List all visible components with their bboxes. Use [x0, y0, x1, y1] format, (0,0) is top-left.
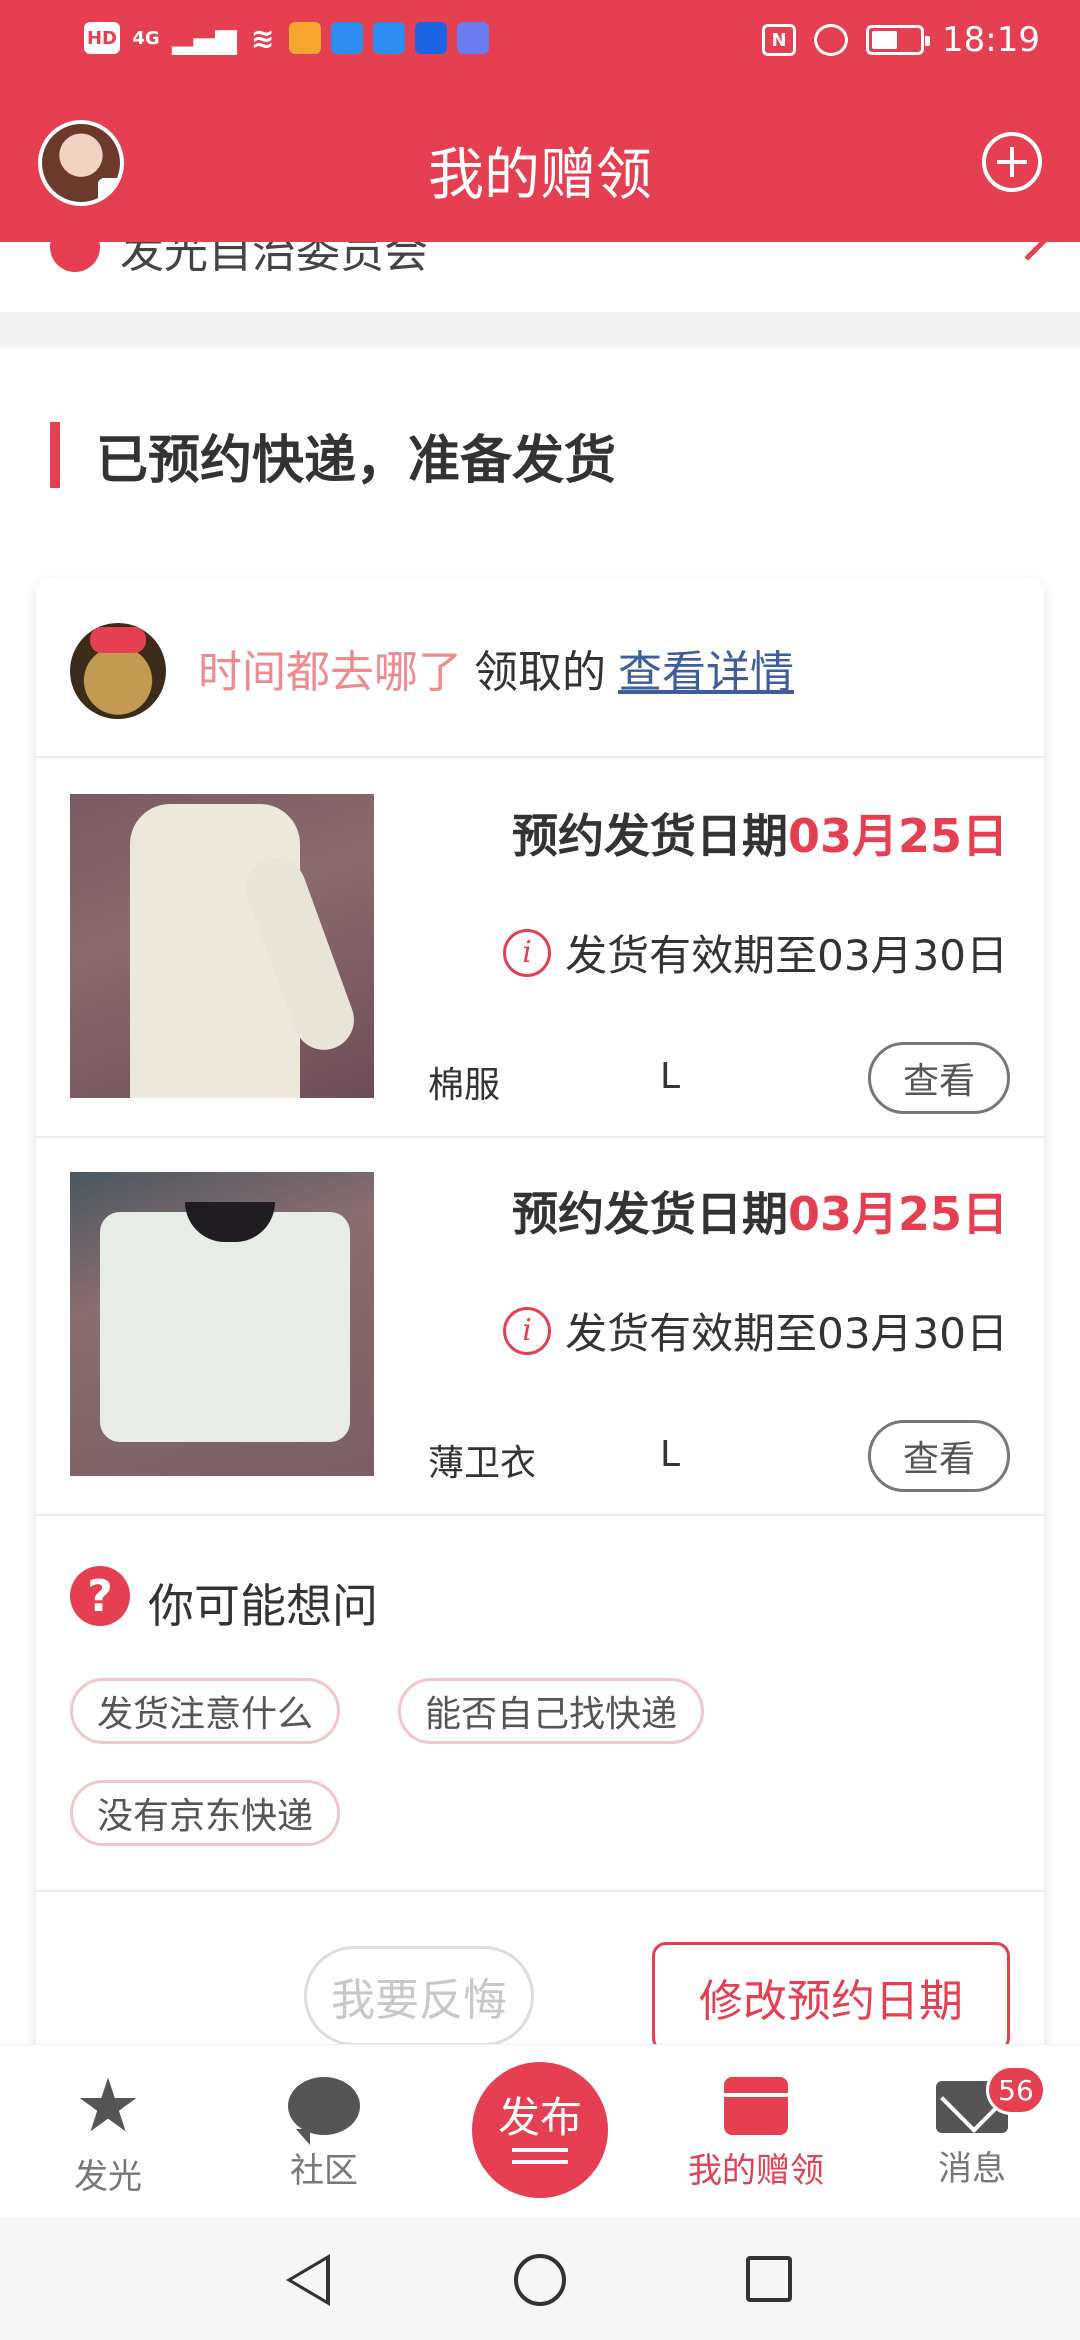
sweater-shape: [100, 1212, 350, 1442]
list-item: 预约发货日期03月25日 i 发货有效期至03月30日 棉服 L 查看: [36, 760, 1044, 1138]
app-notification-icon: [372, 22, 405, 54]
ship-date-value: 03月25日: [787, 1187, 1008, 1241]
info-icon: i: [503, 928, 552, 977]
app-notification-icon: [414, 22, 447, 54]
claimer-name[interactable]: 时间都去哪了: [198, 647, 462, 698]
ship-date-value: 03月25日: [787, 809, 1008, 863]
committee-label: 发光自治委员会: [120, 242, 428, 278]
claim-verb: 领取的: [474, 647, 606, 698]
nav-label: 我的赠领: [688, 2151, 824, 2191]
committee-row[interactable]: 发光自治委员会: [0, 242, 1080, 312]
ship-date-line: 预约发货日期03月25日: [512, 1178, 1008, 1244]
item-name: 棉服: [428, 1065, 501, 1106]
menu-lines-icon: [512, 2148, 568, 2152]
header: 我的赠领: [0, 80, 1080, 242]
validity-text: 发货有效期至03月30日: [565, 931, 1008, 980]
faq-chip[interactable]: 发货注意什么: [70, 1678, 341, 1744]
signal-icon: ▂▄▆: [172, 21, 237, 55]
app-notification-icon: [456, 22, 489, 54]
bow-decoration: [90, 627, 146, 653]
app-notification-icon: [330, 22, 363, 54]
status-time: 18:19: [942, 20, 1040, 60]
committee-icon: [50, 242, 100, 272]
validity-line: i 发货有效期至03月30日: [503, 1300, 1008, 1361]
recent-apps-icon[interactable]: [746, 2256, 792, 2302]
item-size: L: [660, 1434, 681, 1475]
top-app-bar: HD 4G ▂▄▆ ≋ N 18:19 我的赠领: [0, 0, 1080, 242]
section-title: 已预约快递，准备发货: [96, 431, 617, 491]
view-details-link[interactable]: 查看详情: [618, 647, 794, 698]
chat-bubble-icon: [288, 2077, 360, 2145]
faq-chip[interactable]: 能否自己找快递: [398, 1678, 705, 1744]
message-count-badge: 56: [986, 2065, 1046, 2115]
battery-fill: [872, 31, 898, 49]
nav-label: 社区: [290, 2151, 358, 2191]
info-icon: i: [503, 1306, 552, 1355]
claim-text: 时间都去哪了 领取的 查看详情: [198, 636, 794, 700]
section-accent-bar: [50, 422, 60, 488]
main-section: 已预约快递，准备发货 时间都去哪了 领取的 查看详情 预约发货日期03月25日 i …: [0, 348, 1080, 2078]
back-icon[interactable]: [286, 2254, 330, 2306]
item-photo[interactable]: [70, 1172, 374, 1476]
faq-chip[interactable]: 没有京东快递: [70, 1780, 341, 1846]
faq-section: ? 你可能想问 发货注意什么 能否自己找快递 没有京东快递: [36, 1516, 1044, 1892]
status-right: N 18:19: [762, 20, 1040, 60]
network-4g-icon: 4G: [132, 27, 160, 49]
question-icon: ?: [70, 1566, 130, 1626]
view-button[interactable]: 查看: [868, 1420, 1010, 1492]
hd-icon: HD: [84, 22, 120, 54]
alarm-icon: [814, 24, 849, 56]
modify-date-button[interactable]: 修改预约日期: [652, 1942, 1010, 2052]
ship-date-label: 预约发货日期: [511, 809, 788, 863]
nfc-icon: N: [762, 24, 797, 56]
nav-item-community[interactable]: 社区: [244, 2071, 404, 2192]
status-left: HD 4G ▂▄▆ ≋: [84, 21, 489, 55]
star-icon: ★: [74, 2063, 142, 2149]
publish-label: 发布: [497, 2093, 582, 2142]
view-button[interactable]: 查看: [868, 1042, 1010, 1114]
page-title: 我的赠领: [428, 143, 652, 208]
nav-item-faguang[interactable]: ★ 发光: [28, 2063, 188, 2198]
publish-button[interactable]: 发布: [472, 2062, 608, 2198]
system-nav-bar: [0, 2218, 1080, 2340]
list-item: 预约发货日期03月25日 i 发货有效期至03月30日 薄卫衣 L 查看: [36, 1138, 1044, 1516]
chevron-right-icon: [1005, 242, 1051, 261]
claimer-avatar[interactable]: [70, 623, 166, 719]
order-card: 时间都去哪了 领取的 查看详情 预约发货日期03月25日 i 发货有效期至03月30…: [36, 578, 1044, 2078]
ship-date-label: 预约发货日期: [511, 1187, 788, 1241]
app-notification-icon: [288, 22, 321, 54]
gift-box-icon: [724, 2077, 788, 2135]
validity-text: 发货有效期至03月30日: [565, 1309, 1008, 1358]
nav-label: 发光: [74, 2157, 142, 2197]
faq-title: 你可能想问: [148, 1579, 378, 1633]
validity-line: i 发货有效期至03月30日: [503, 922, 1008, 983]
status-bar: HD 4G ▂▄▆ ≋ N 18:19: [0, 0, 1080, 80]
plus-circle-icon[interactable]: [982, 132, 1042, 192]
battery-icon: [866, 25, 931, 55]
home-icon[interactable]: [514, 2254, 566, 2306]
nav-item-my-gifts[interactable]: 我的赠领: [676, 2071, 836, 2192]
regret-button[interactable]: 我要反悔: [304, 1946, 534, 2046]
nav-label: 消息: [938, 2149, 1006, 2189]
wifi-icon: ≋: [250, 21, 275, 55]
ship-date-line: 预约发货日期03月25日: [512, 800, 1008, 866]
claim-row: 时间都去哪了 领取的 查看详情: [36, 578, 1044, 758]
item-size: L: [660, 1056, 681, 1097]
item-photo[interactable]: [70, 794, 374, 1098]
item-name: 薄卫衣: [428, 1443, 537, 1484]
